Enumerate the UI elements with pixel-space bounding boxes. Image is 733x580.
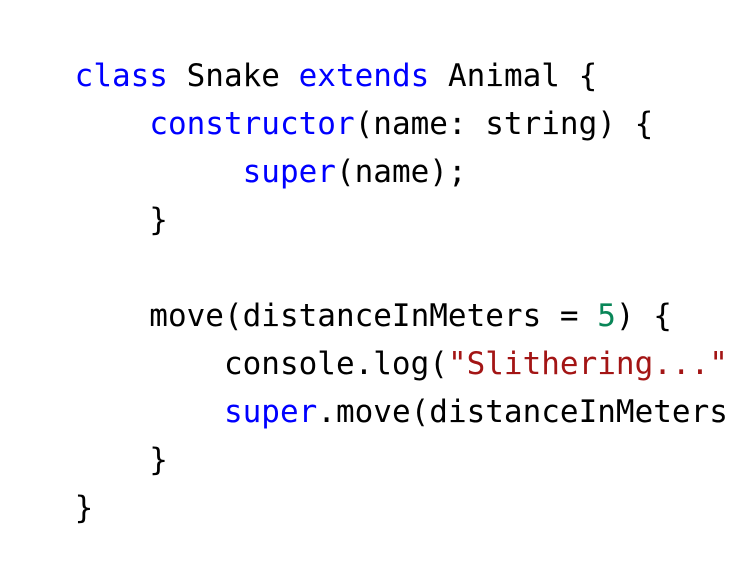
code-line-9: } xyxy=(0,388,168,478)
code-line-4: } xyxy=(0,148,168,238)
code-line-3: super(name); xyxy=(0,100,467,190)
super-move-call: .move(distanceInMeters); xyxy=(317,394,733,430)
code-line-6: move(distanceInMeters = 5) { xyxy=(0,244,672,334)
code-line-1: class Snake extends Animal { xyxy=(0,4,598,94)
code-line-7: console.log("Slithering..."); xyxy=(0,292,733,382)
closing-brace: } xyxy=(74,490,94,526)
code-line-8: super.move(distanceInMeters); xyxy=(0,340,733,430)
code-editor: class Snake extends Animal { constructor… xyxy=(0,0,733,526)
super-call-args: (name); xyxy=(335,154,467,190)
closing-brace: } xyxy=(74,202,168,238)
code-line-2: constructor(name: string) { xyxy=(0,52,653,142)
keyword-super: super xyxy=(242,154,336,190)
keyword-super: super xyxy=(223,394,318,430)
code-line-10: } xyxy=(0,436,94,526)
